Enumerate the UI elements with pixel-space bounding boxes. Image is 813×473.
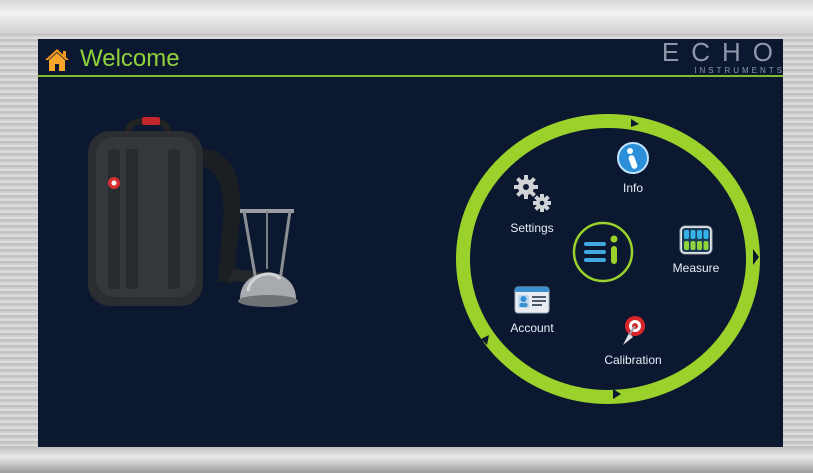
page-title: Welcome [80,45,180,72]
menu-label-calibration: Calibration [604,353,662,367]
menu-item-measure[interactable]: Measure [666,225,726,275]
backpack-device-image [88,117,298,307]
grid-meter-icon [679,225,713,255]
info-icon [617,142,649,174]
home-icon[interactable] [44,48,70,72]
id-card-icon [514,286,550,314]
gears-icon [514,175,551,212]
menu-label-measure: Measure [672,261,720,275]
echo-logo-icon[interactable] [571,220,635,284]
menu-label-info: Info [622,181,643,195]
satellite-dish-icon [623,316,645,345]
brand-logo: ECHO INSTRUMENTS [662,39,783,75]
brand-subtitle: INSTRUMENTS [694,66,783,75]
menu-label-settings: Settings [510,221,554,235]
app-screen: Welcome ECHO INSTRUMENTS Info Settings M… [38,39,783,447]
header-bar: Welcome ECHO INSTRUMENTS [38,39,783,77]
brand-name: ECHO [661,39,783,67]
device-bezel-bottom [0,446,813,473]
menu-item-account[interactable]: Account [504,285,560,335]
menu-item-calibration[interactable]: Calibration [596,315,670,367]
ring-arrow-upper-left [481,161,487,171]
menu-item-info[interactable]: Info [608,141,658,195]
header-divider [38,75,783,77]
device-bezel-top [0,0,813,34]
menu-item-settings[interactable]: Settings [502,173,562,235]
menu-label-account: Account [510,321,554,335]
